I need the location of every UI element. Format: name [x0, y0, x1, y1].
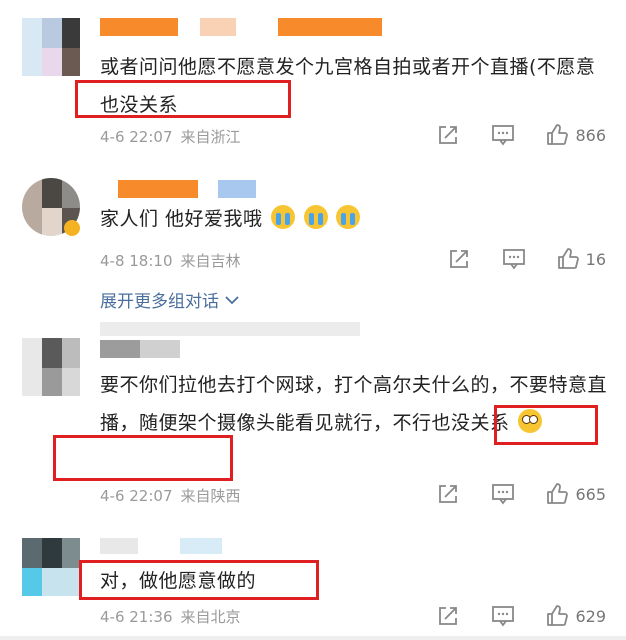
share-icon[interactable]	[437, 483, 459, 505]
crying-emoji-icon	[303, 205, 328, 229]
comment-icon[interactable]	[491, 483, 515, 505]
comment-meta: 4-6 22:07 来自陕西	[100, 485, 241, 506]
comment-date: 4-8 18:10	[100, 252, 173, 270]
comment-location: 来自北京	[180, 608, 241, 626]
comment-date: 4-6 22:07	[100, 128, 173, 146]
comment-actions: 866	[437, 122, 606, 148]
verified-badge	[64, 220, 80, 236]
comment-text: 家人们 他好爱我哦	[100, 200, 614, 238]
comment-actions: 665	[437, 481, 606, 507]
username-masked[interactable]	[100, 340, 320, 358]
avatar[interactable]	[22, 18, 80, 76]
comment-actions: 629	[437, 603, 606, 629]
username-masked[interactable]	[100, 18, 520, 36]
blurred-area	[100, 322, 360, 336]
like-icon[interactable]	[556, 247, 580, 271]
like-icon[interactable]	[545, 482, 569, 506]
crying-emoji-icon	[271, 205, 296, 229]
like-count: 866	[575, 125, 606, 145]
like-icon[interactable]	[545, 123, 569, 147]
like-count: 665	[575, 484, 606, 504]
comment-meta: 4-8 18:10 来自吉林	[100, 250, 241, 271]
share-icon[interactable]	[437, 605, 459, 627]
comment-date: 4-6 21:36	[100, 608, 173, 626]
comment-meta: 4-6 22:07 来自浙江	[100, 126, 241, 147]
highlight-box	[53, 435, 233, 481]
highlight-box	[79, 560, 319, 600]
comment-actions: 16	[448, 246, 606, 272]
comment-icon[interactable]	[502, 248, 526, 270]
crying-emoji-icon	[336, 205, 361, 229]
comment-location: 来自吉林	[180, 252, 241, 270]
chevron-down-icon	[225, 295, 239, 304]
comment-date: 4-6 22:07	[100, 487, 173, 505]
share-icon[interactable]	[437, 124, 459, 146]
comment-icon[interactable]	[491, 124, 515, 146]
expand-more-label: 展开更多组对话	[100, 292, 219, 312]
like-count: 16	[585, 249, 606, 269]
username-masked[interactable]	[100, 538, 300, 556]
like-icon[interactable]	[545, 604, 569, 628]
avatar[interactable]	[22, 338, 80, 396]
like-count: 629	[575, 606, 606, 626]
comment-location: 来自浙江	[180, 128, 241, 146]
comment-meta: 4-6 21:36 来自北京	[100, 606, 241, 627]
highlight-box	[494, 405, 598, 445]
expand-more-replies-link[interactable]: 展开更多组对话	[100, 287, 239, 312]
avatar[interactable]	[22, 538, 80, 596]
share-icon[interactable]	[448, 248, 470, 270]
comment-location: 来自陕西	[180, 487, 241, 505]
username-masked[interactable]	[118, 180, 278, 198]
comment-icon[interactable]	[491, 605, 515, 627]
bottom-divider	[0, 636, 626, 640]
highlight-box	[75, 80, 291, 118]
